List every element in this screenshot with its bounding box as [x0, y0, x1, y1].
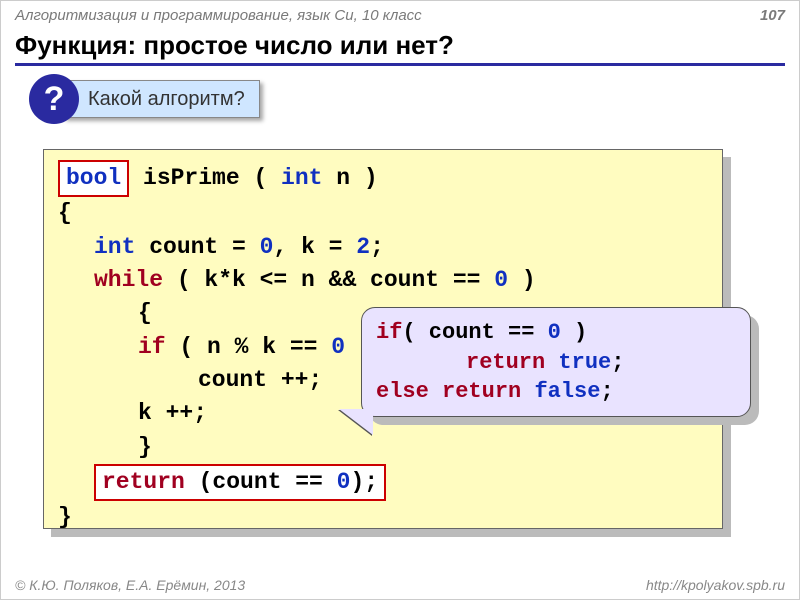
question-text-box: Какой алгоритм? [63, 80, 260, 118]
boxed-bool: bool [58, 160, 129, 197]
boxed-return: return (count == 0); [94, 464, 386, 501]
slide-footer: © К.Ю. Поляков, Е.А. Ерёмин, 2013 http:/… [15, 577, 785, 593]
code-line-11: } [58, 501, 708, 534]
code-line-4: while ( k*k <= n && count == 0 ) [58, 264, 708, 297]
code-line-3: int count = 0, k = 2; [58, 231, 708, 264]
footer-url: http://kpolyakov.spb.ru [646, 577, 785, 593]
course-label: Алгоритмизация и программирование, язык … [15, 7, 422, 24]
question-mark-icon: ? [29, 74, 79, 124]
page-number: 107 [760, 7, 785, 24]
slide-title: Функция: простое число или нет? [15, 30, 785, 66]
callout-line-2: return true; [376, 348, 736, 378]
callout-line-1: if( count == 0 ) [376, 318, 736, 348]
callout-box: if( count == 0 ) return true; else retur… [361, 307, 751, 417]
question-row: ? Какой алгоритм? [29, 74, 799, 124]
callout-line-3: else return false; [376, 377, 736, 407]
code-line-9: } [58, 431, 708, 464]
code-line-1: bool isPrime ( int n ) [58, 160, 708, 197]
code-line-2: { [58, 197, 708, 230]
code-line-10: return (count == 0); [58, 464, 708, 501]
footer-authors: © К.Ю. Поляков, Е.А. Ерёмин, 2013 [15, 577, 245, 593]
callout-tail-icon [339, 409, 373, 435]
slide-header: Алгоритмизация и программирование, язык … [1, 1, 799, 26]
